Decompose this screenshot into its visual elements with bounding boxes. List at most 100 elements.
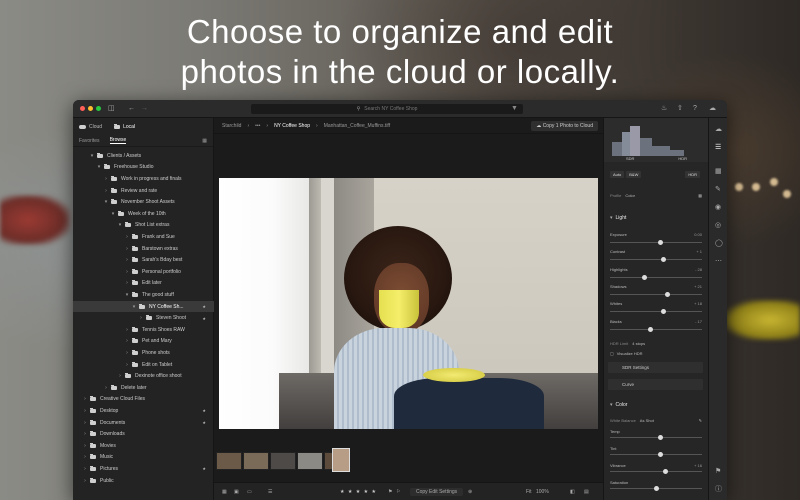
- folder-tree-item[interactable]: ▾ Freehouse Studio: [73, 162, 214, 174]
- folder-tree-item[interactable]: ▾ Shot List extras: [73, 220, 214, 232]
- slider-value[interactable]: + 21: [694, 284, 702, 289]
- folder-tree-item[interactable]: › Frank and Sue: [73, 231, 214, 243]
- favorite-star-icon[interactable]: ★: [202, 466, 206, 471]
- white-balance-select[interactable]: As Shot: [640, 418, 654, 423]
- folder-tree-item[interactable]: › Edit on Tablet: [73, 359, 214, 371]
- hdr-button[interactable]: HDR: [685, 171, 700, 178]
- add-folder-icon[interactable]: ▦: [202, 138, 207, 144]
- auto-button[interactable]: Auto: [610, 171, 625, 178]
- slider-value[interactable]: + 18: [694, 301, 702, 306]
- folder-tree-item[interactable]: › Work in progress and finals: [73, 173, 214, 185]
- chevron-down-icon[interactable]: ▾: [96, 164, 102, 170]
- detail-view-icon[interactable]: ▭: [247, 488, 252, 496]
- slider-value[interactable]: 0.00: [694, 232, 702, 237]
- forward-arrow-icon[interactable]: →: [141, 105, 148, 113]
- slider-knob[interactable]: [658, 434, 664, 440]
- slider-knob[interactable]: [660, 257, 666, 263]
- square-grid-icon[interactable]: ▣: [234, 488, 239, 496]
- chevron-right-icon[interactable]: ›: [82, 466, 88, 472]
- folder-tree-item[interactable]: › Phone shots: [73, 347, 214, 359]
- folder-tree-item[interactable]: › Documents ★: [73, 417, 214, 429]
- breadcrumb-item[interactable]: NY Coffee Shop: [274, 123, 310, 129]
- edit-sliders-icon[interactable]: ☰: [715, 144, 722, 151]
- section-light-header[interactable]: ▾ Light: [610, 215, 702, 221]
- add-icon[interactable]: ⊕: [468, 488, 472, 496]
- folder-tree-item[interactable]: › Review and rate: [73, 185, 214, 197]
- favorite-star-icon[interactable]: ★: [202, 316, 206, 321]
- back-arrow-icon[interactable]: ←: [128, 105, 135, 113]
- folder-tree-item[interactable]: › Movies: [73, 440, 214, 452]
- visualize-hdr-checkbox[interactable]: ▢ Visualize HDR: [610, 351, 702, 356]
- tab-cloud[interactable]: Cloud: [79, 124, 102, 130]
- copy-edit-settings-button[interactable]: Copy Edit Settings: [410, 488, 464, 496]
- close-window-button[interactable]: [80, 106, 85, 111]
- section-color-header[interactable]: ▾ Color: [610, 402, 702, 408]
- subtab-favorites[interactable]: Favorites: [79, 138, 100, 144]
- folder-tree-item[interactable]: › Edit later: [73, 278, 214, 290]
- tab-local[interactable]: Local: [114, 123, 135, 130]
- slider-track[interactable]: [610, 468, 702, 474]
- cloud-status-icon[interactable]: ☁: [709, 105, 716, 113]
- folder-tree-item[interactable]: › Pictures ★: [73, 463, 214, 475]
- filmstrip-thumbnail[interactable]: [297, 452, 323, 470]
- folder-tree-item[interactable]: › Delete later: [73, 382, 214, 394]
- favorite-star-icon[interactable]: ★: [202, 420, 206, 425]
- folder-tree-item[interactable]: ▾ The good stuff: [73, 289, 214, 301]
- filmstrip-thumbnail-selected[interactable]: [332, 448, 350, 472]
- chevron-right-icon[interactable]: ›: [82, 420, 88, 426]
- breadcrumb-item[interactable]: Starchild: [222, 123, 241, 129]
- chevron-right-icon[interactable]: ›: [82, 408, 88, 414]
- folder-tree-item[interactable]: › Steven Shoot ★: [73, 312, 214, 324]
- slider-track[interactable]: [610, 240, 702, 245]
- folder-tree-item[interactable]: ▾ November Shoot Assets: [73, 196, 214, 208]
- chevron-right-icon[interactable]: ›: [124, 234, 130, 240]
- chevron-right-icon[interactable]: ›: [117, 373, 123, 379]
- slider-knob[interactable]: [660, 309, 666, 315]
- chevron-right-icon[interactable]: ›: [82, 431, 88, 437]
- chevron-down-icon[interactable]: ▾: [110, 211, 116, 217]
- chevron-right-icon[interactable]: ›: [103, 188, 109, 194]
- slider-track[interactable]: [610, 326, 702, 332]
- more-options-icon[interactable]: ⋯: [715, 258, 722, 265]
- chevron-down-icon[interactable]: ▾: [103, 199, 109, 205]
- slider-track[interactable]: [610, 291, 702, 297]
- slider-track[interactable]: [610, 257, 702, 263]
- slider-track[interactable]: [610, 451, 702, 457]
- copy-to-cloud-button[interactable]: ☁ Copy 1 Photo to Cloud: [531, 121, 598, 131]
- folder-tree-item[interactable]: ▾ Week of the 10th: [73, 208, 214, 220]
- checkbox-icon[interactable]: ▢: [610, 351, 614, 356]
- slider-value[interactable]: + 1: [696, 249, 702, 254]
- chevron-right-icon[interactable]: ›: [124, 280, 130, 286]
- notifications-bell-icon[interactable]: ♨: [661, 105, 667, 113]
- folder-tree-item[interactable]: › Creative Cloud Files: [73, 394, 214, 406]
- red-eye-icon[interactable]: ◎: [715, 222, 722, 229]
- filmstrip-thumbnail[interactable]: [216, 452, 242, 470]
- folder-tree-item[interactable]: › Pet and Mary: [73, 336, 214, 348]
- slider-track[interactable]: [610, 434, 702, 440]
- maximize-window-button[interactable]: [96, 106, 101, 111]
- folder-tree-item[interactable]: › Tennis Shoes RAW: [73, 324, 214, 336]
- zoom-level[interactable]: 100%: [536, 488, 549, 496]
- chevron-right-icon[interactable]: ›: [124, 257, 130, 263]
- presets-icon[interactable]: ◯: [715, 240, 723, 247]
- grid-view-icon[interactable]: ▦: [222, 488, 227, 496]
- eyedropper-icon[interactable]: ✎: [699, 418, 702, 423]
- profile-select[interactable]: Color: [625, 193, 635, 198]
- filter-icon[interactable]: ▼: [511, 105, 518, 113]
- search-input[interactable]: ⚲ Search NY Coffee Shop: [251, 104, 523, 114]
- masking-icon[interactable]: ◉: [715, 204, 722, 211]
- subtab-browse[interactable]: Browse: [109, 137, 127, 144]
- folder-tree-item[interactable]: ▾ NY Coffee Sh... ★: [73, 300, 214, 313]
- slider-track[interactable]: [610, 485, 702, 491]
- chevron-right-icon[interactable]: ›: [124, 350, 130, 356]
- chevron-right-icon[interactable]: ›: [82, 478, 88, 484]
- folder-tree-item[interactable]: › Downloads: [73, 428, 214, 440]
- fit-label[interactable]: Fit: [526, 488, 532, 496]
- folder-tree-item[interactable]: ▾ Clients / Assets: [73, 150, 214, 162]
- chevron-right-icon[interactable]: ›: [124, 327, 130, 333]
- bw-button[interactable]: B&W: [626, 171, 642, 178]
- reject-flag-icon[interactable]: ⚐: [396, 488, 400, 496]
- folder-tree-item[interactable]: › Barstown extras: [73, 243, 214, 255]
- info-icon[interactable]: ⓘ: [715, 486, 722, 493]
- slider-value[interactable]: - 17: [695, 319, 702, 324]
